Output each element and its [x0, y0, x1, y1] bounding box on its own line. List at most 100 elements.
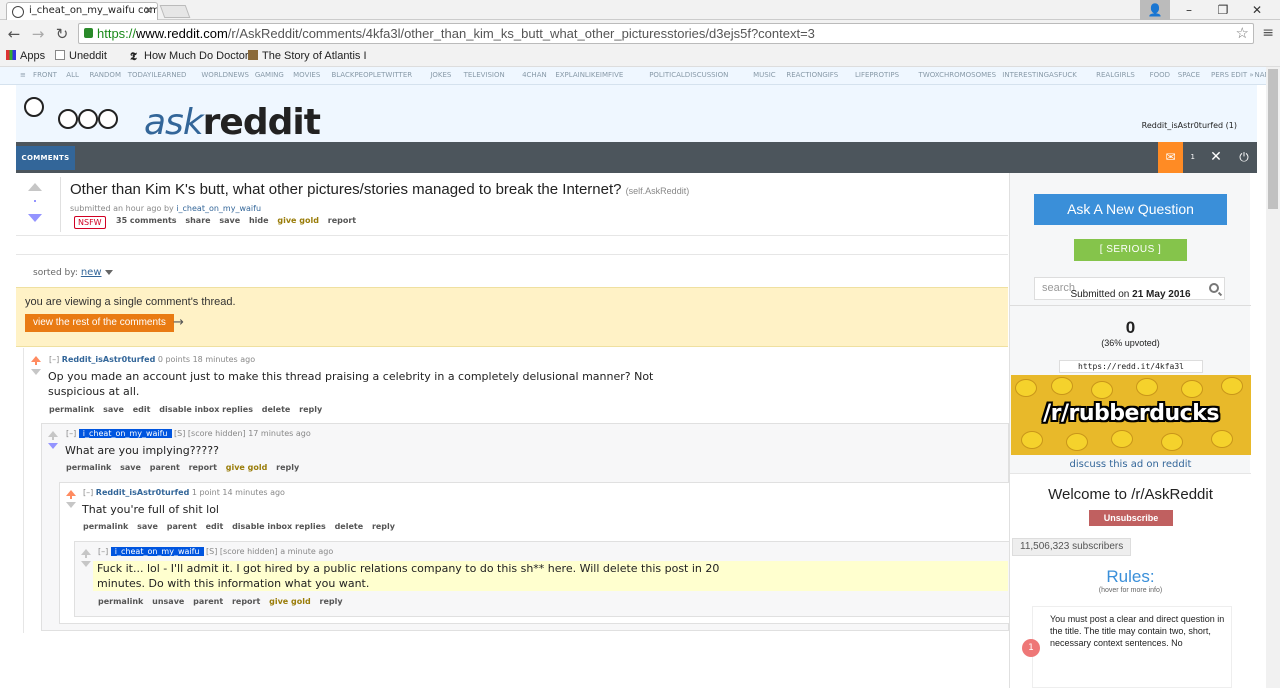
reply-button[interactable]: reply	[299, 405, 322, 414]
edit-button[interactable]: edit	[206, 522, 224, 531]
bookmark-atlantis[interactable]: The Story of Atlantis I	[248, 50, 367, 62]
back-icon[interactable]: ←	[4, 24, 24, 44]
post-title-text[interactable]: Other than Kim K's butt, what other pict…	[70, 181, 622, 198]
edit-button[interactable]: edit	[133, 405, 151, 414]
report-button[interactable]: report	[189, 463, 217, 472]
subreddit-link[interactable]: EXPLAINLIKEIMFIVE	[555, 71, 623, 79]
delete-button[interactable]: delete	[262, 405, 291, 414]
share-button[interactable]: share	[185, 216, 210, 225]
parent-button[interactable]: parent	[193, 597, 223, 606]
permalink-button[interactable]: permalink	[49, 405, 94, 414]
subreddit-link[interactable]: BLACKPEOPLETWITTER	[331, 71, 412, 79]
forward-icon[interactable]: →	[28, 24, 48, 44]
give-gold-button[interactable]: give gold	[277, 216, 319, 225]
subreddit-link[interactable]: SPACE	[1178, 71, 1200, 79]
comment-author[interactable]: Reddit_isAstr0turfed	[96, 488, 190, 497]
collapse-toggle[interactable]: [–]	[66, 429, 76, 438]
subreddit-link[interactable]: TELEVISION	[464, 71, 505, 79]
subreddit-link[interactable]: WORLDNEWS	[201, 71, 249, 79]
close-tab-icon[interactable]: ✕	[144, 4, 153, 17]
report-button[interactable]: report	[232, 597, 260, 606]
bookmark-uneddit[interactable]: Uneddit	[55, 50, 107, 62]
downvote-arrow-icon[interactable]	[31, 369, 41, 375]
collapse-toggle[interactable]: [–]	[49, 355, 59, 364]
give-gold-button[interactable]: give gold	[226, 463, 268, 472]
sidebar-ad[interactable]: /r/rubberducks	[1011, 375, 1251, 455]
subreddit-link[interactable]: REALGIRLS	[1096, 71, 1135, 79]
unsave-button[interactable]: unsave	[152, 597, 184, 606]
subreddit-link[interactable]: EDIT »	[1229, 71, 1254, 79]
browser-tab[interactable]: i_cheat_on_my_waifu com ✕	[6, 2, 158, 20]
user-profile-icon[interactable]: 👤	[1140, 0, 1170, 20]
address-bar[interactable]: https://www.reddit.com/r/AskReddit/comme…	[78, 23, 1254, 44]
askreddit-logo[interactable]: askreddit	[144, 103, 321, 143]
subreddit-link[interactable]: MOVIES	[293, 71, 320, 79]
ask-new-question-button[interactable]: Ask A New Question	[1034, 194, 1227, 225]
dropdown-caret-icon[interactable]	[104, 270, 113, 275]
delete-button[interactable]: delete	[335, 522, 364, 531]
tab-comments[interactable]: COMMENTS	[16, 146, 75, 170]
parent-button[interactable]: parent	[167, 522, 197, 531]
page-scrollbar[interactable]	[1266, 67, 1280, 688]
minimize-icon[interactable]: –	[1174, 0, 1204, 20]
bookmark-doctor[interactable]: 𝕿 How Much Do Doctor	[130, 50, 249, 63]
report-button[interactable]: report	[328, 216, 356, 225]
downvote-arrow-icon[interactable]	[66, 502, 76, 508]
reload-icon[interactable]: ↻	[52, 24, 72, 44]
subreddit-link[interactable]: TWOXCHROMOSOMES	[919, 71, 996, 79]
subreddit-link[interactable]: FRONT	[33, 71, 57, 79]
permalink-button[interactable]: permalink	[98, 597, 143, 606]
logout-icon[interactable]: ⏻	[1234, 142, 1254, 173]
save-button[interactable]: save	[219, 216, 240, 225]
post-domain[interactable]: (self.AskReddit)	[626, 186, 690, 196]
reply-button[interactable]: reply	[372, 522, 395, 531]
save-button[interactable]: save	[120, 463, 141, 472]
disable-inbox-replies-button[interactable]: disable inbox replies	[159, 405, 253, 414]
collapse-toggle[interactable]: [–]	[98, 547, 108, 556]
save-button[interactable]: save	[103, 405, 124, 414]
username[interactable]: Reddit_isAstr0turfed (1)	[1142, 121, 1237, 130]
reply-button[interactable]: reply	[276, 463, 299, 472]
bookmark-star-icon[interactable]: ☆	[1236, 24, 1249, 43]
mail-icon[interactable]: ✉	[1158, 142, 1183, 173]
comment-author-op[interactable]: i_cheat_on_my_waifu	[110, 547, 204, 556]
unsubscribe-button[interactable]: Unsubscribe	[1089, 510, 1173, 526]
subreddit-link[interactable]: POLITICALDISCUSSION	[649, 71, 728, 79]
downvote-arrow-icon[interactable]	[48, 443, 58, 449]
scrollbar-thumb[interactable]	[1268, 69, 1278, 209]
permalink-button[interactable]: permalink	[66, 463, 111, 472]
post-author-link[interactable]: i_cheat_on_my_waifu	[176, 204, 261, 213]
serious-button[interactable]: [ SERIOUS ]	[1074, 239, 1187, 261]
comment-author[interactable]: Reddit_isAstr0turfed	[62, 355, 156, 364]
downvote-arrow-icon[interactable]	[28, 214, 42, 222]
bookmark-apps[interactable]: Apps	[6, 50, 45, 62]
comment-author-op[interactable]: i_cheat_on_my_waifu	[78, 429, 172, 438]
browser-menu-icon[interactable]: ≡	[1262, 25, 1274, 41]
maximize-icon[interactable]: ❐	[1208, 0, 1238, 20]
subreddit-link[interactable]: INTERESTINGASFUCK	[1002, 71, 1077, 79]
collapse-toggle[interactable]: [–]	[83, 488, 93, 497]
subreddit-link[interactable]: RANDOM	[89, 71, 121, 79]
subreddit-link[interactable]: FOOD	[1150, 71, 1170, 79]
subreddit-link[interactable]: ALL	[66, 71, 79, 79]
parent-button[interactable]: parent	[150, 463, 180, 472]
shortlink[interactable]: https://redd.it/4kfa3l	[1059, 360, 1203, 373]
subreddit-link[interactable]: TODAYILEARNED	[128, 71, 187, 79]
subreddit-link[interactable]: LIFEPROTIPS	[855, 71, 899, 79]
subreddit-link[interactable]: 4CHAN	[522, 71, 547, 79]
subreddit-link[interactable]: GAMING	[255, 71, 284, 79]
subreddit-link[interactable]: JOKES	[430, 71, 451, 79]
new-tab-button[interactable]	[159, 5, 191, 18]
discuss-ad-link[interactable]: discuss this ad on reddit	[1010, 459, 1251, 470]
preferences-icon[interactable]: ✕	[1206, 142, 1226, 173]
comments-link[interactable]: 35 comments	[116, 216, 177, 225]
downvote-arrow-icon[interactable]	[81, 561, 91, 567]
subreddit-link[interactable]: REACTIONGIFS	[786, 71, 838, 79]
disable-inbox-replies-button[interactable]: disable inbox replies	[232, 522, 326, 531]
save-button[interactable]: save	[137, 522, 158, 531]
close-window-icon[interactable]: ✕	[1242, 0, 1272, 20]
sort-menu[interactable]: sorted by: new	[33, 267, 113, 278]
reply-button[interactable]: reply	[320, 597, 343, 606]
permalink-button[interactable]: permalink	[83, 522, 128, 531]
subreddit-link[interactable]: MUSIC	[753, 71, 776, 79]
